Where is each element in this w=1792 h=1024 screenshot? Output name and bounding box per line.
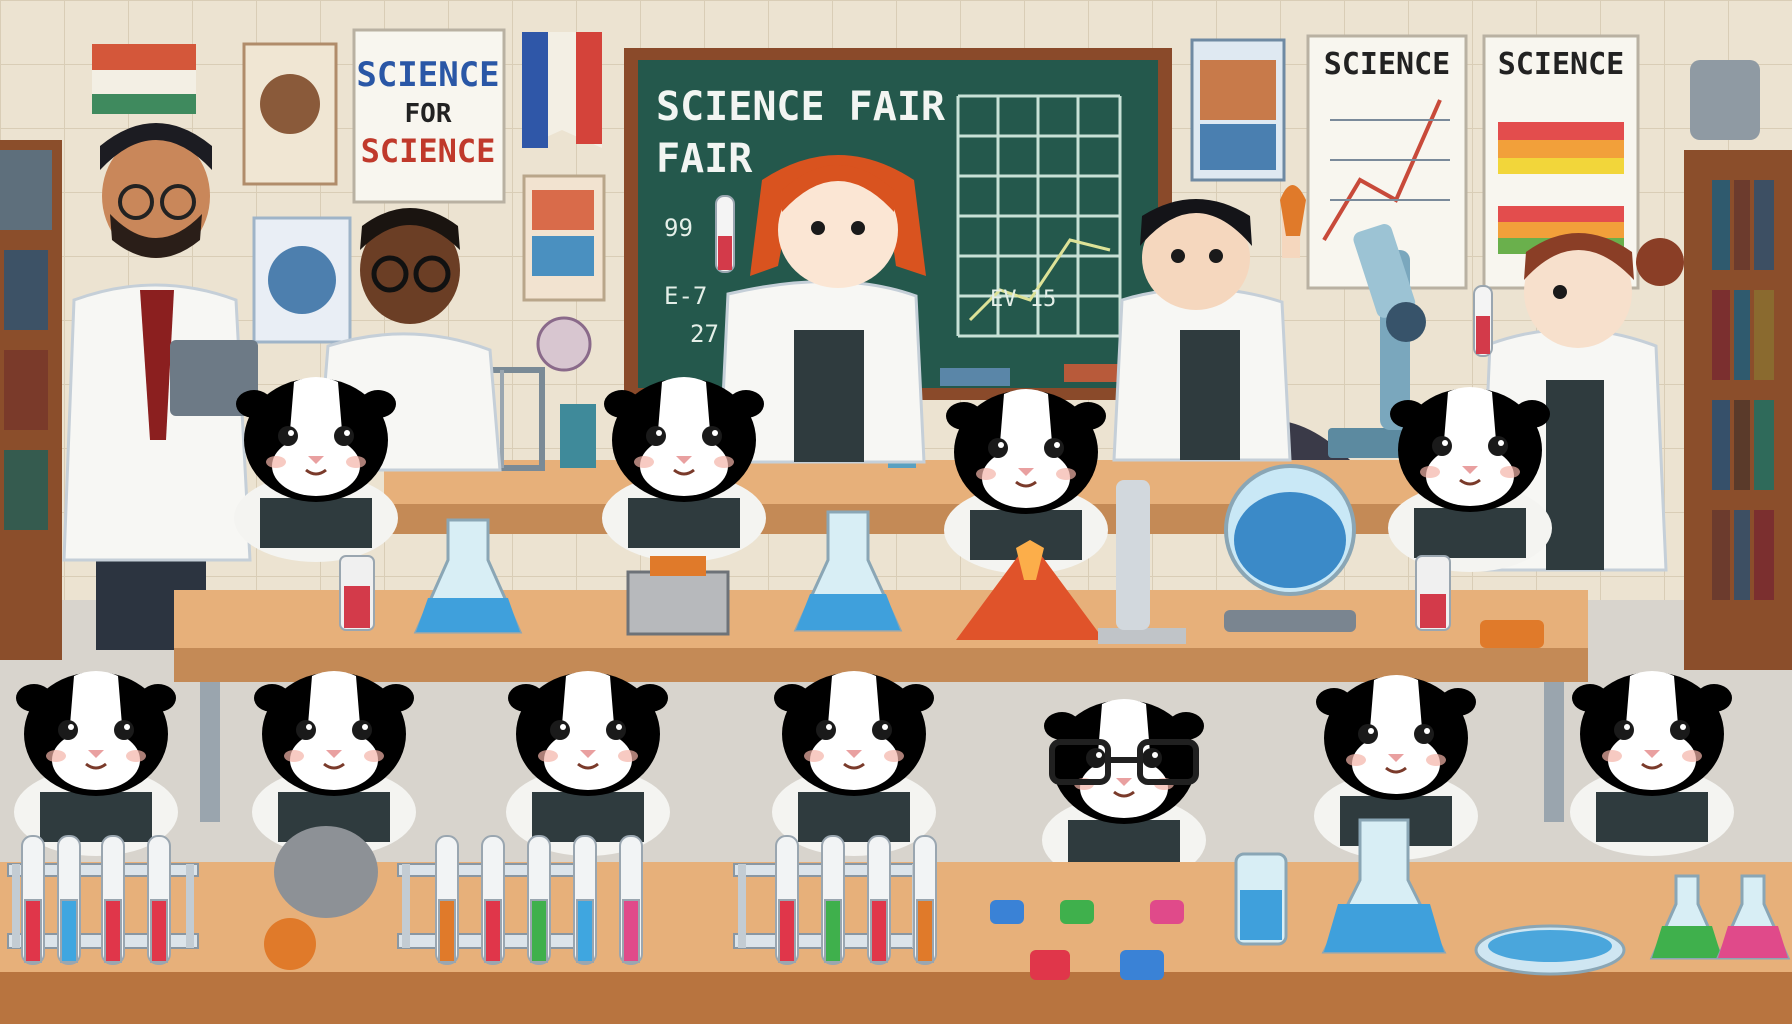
poster-science-line-3: SCIENCE — [361, 132, 496, 170]
chalk-note: E-7 — [664, 282, 707, 310]
chalkboard-subtitle: FAIR — [656, 136, 753, 182]
chalk-note: 99 — [664, 214, 693, 242]
scene-artwork: SCIENCE FAIR FAIR 99 E-7 27 EV 15 SCIENC… — [0, 0, 1792, 1024]
chalk-graph-note: EV 15 — [990, 287, 1056, 312]
chalk-note: 27 — [690, 320, 719, 348]
chalkboard-title: SCIENCE FAIR — [656, 84, 946, 130]
poster-bars-title: SCIENCE — [1498, 47, 1624, 82]
science-fair-scene: SCIENCE FAIR FAIR 99 E-7 27 EV 15 SCIENC… — [0, 0, 1792, 1024]
poster-science-line-2: FOR — [405, 99, 452, 129]
poster-graph-title: SCIENCE — [1324, 47, 1450, 82]
poster-science-line-1: SCIENCE — [356, 55, 499, 95]
